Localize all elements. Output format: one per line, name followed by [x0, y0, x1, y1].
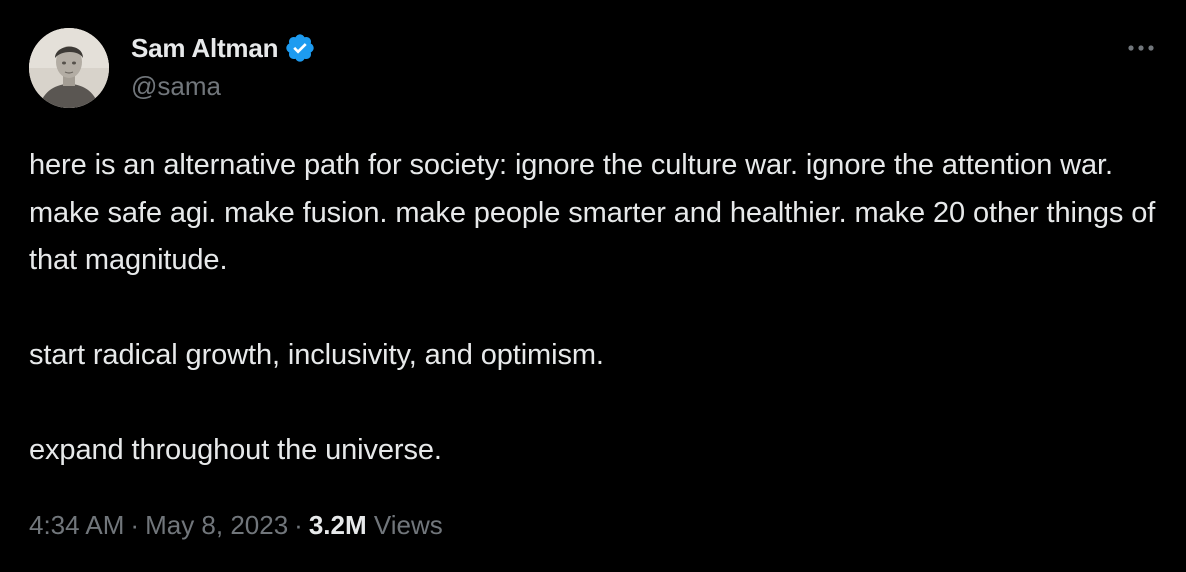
more-options-button[interactable]	[1124, 36, 1158, 60]
tweet-text: here is an alternative path for society:…	[29, 142, 1159, 475]
tweet-timestamp-link[interactable]: 4:34 AM · May 8, 2023	[29, 510, 288, 540]
views-link[interactable]: 3.2M Views	[309, 510, 443, 540]
verified-badge-icon[interactable]	[284, 32, 316, 64]
tweet-card: Sam Altman @sama here is an alternative …	[0, 0, 1186, 572]
avatar-photo	[29, 28, 109, 108]
tweet-date: May 8, 2023	[145, 510, 289, 540]
more-horizontal-icon	[1128, 45, 1154, 51]
tweet-paragraph: start radical growth, inclusivity, and o…	[29, 339, 604, 371]
views-label: Views	[373, 510, 443, 540]
avatar[interactable]	[29, 28, 109, 108]
author-name-row: Sam Altman	[131, 30, 316, 66]
author-info: Sam Altman @sama	[131, 30, 316, 101]
tweet-paragraph: here is an alternative path for society:…	[29, 149, 1156, 276]
author-handle[interactable]: @sama	[131, 71, 316, 101]
tweet-time: 4:34 AM	[29, 510, 125, 540]
tweet-meta: 4:34 AM · May 8, 2023 · 3.2M Views	[29, 508, 443, 542]
tweet-paragraph: expand throughout the universe.	[29, 434, 442, 466]
views-count: 3.2M	[308, 510, 367, 540]
meta-separator: ·	[294, 510, 303, 540]
author-display-name[interactable]: Sam Altman	[131, 33, 279, 64]
meta-separator: ·	[130, 510, 140, 540]
